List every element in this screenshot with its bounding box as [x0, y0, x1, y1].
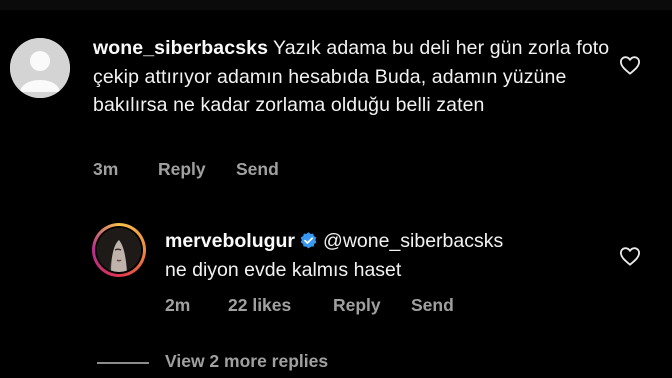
comment-time: 3m: [93, 159, 119, 179]
avatar-photo: [97, 228, 141, 272]
commenter-avatar[interactable]: [10, 38, 70, 98]
heart-icon[interactable]: [619, 246, 641, 266]
top-divider: [0, 0, 672, 10]
reply-username[interactable]: mervebolugur: [165, 230, 295, 252]
view-more-replies-button[interactable]: View 2 more replies: [165, 351, 328, 372]
comment-send-button[interactable]: Send: [236, 159, 279, 180]
reply-text: ne diyon evde kalmıs haset: [165, 258, 402, 281]
verified-badge-icon: [300, 232, 317, 249]
reply-likes[interactable]: 22 likes: [228, 295, 333, 316]
reply-avatar[interactable]: [92, 223, 146, 277]
view-more-divider: [97, 362, 149, 364]
comment-reply-button[interactable]: Reply: [158, 159, 236, 180]
heart-icon[interactable]: [619, 55, 641, 75]
comment-body: wone_siberbacsks Yazık adama bu deli her …: [93, 34, 613, 120]
reply-body: mervebolugur @wone_siberbacsksne diyon e…: [165, 227, 605, 284]
reply-mention[interactable]: @wone_siberbacsks: [323, 230, 503, 252]
reply-send-button[interactable]: Send: [411, 295, 454, 316]
commenter-username[interactable]: wone_siberbacsks: [93, 37, 268, 59]
default-avatar-icon: [10, 38, 70, 98]
reply-time: 2m: [165, 295, 191, 315]
reply-reply-button[interactable]: Reply: [333, 295, 411, 316]
comment-meta: 3m Reply Send: [93, 159, 279, 180]
reply-meta: 2m 22 likes Reply Send: [165, 295, 454, 316]
